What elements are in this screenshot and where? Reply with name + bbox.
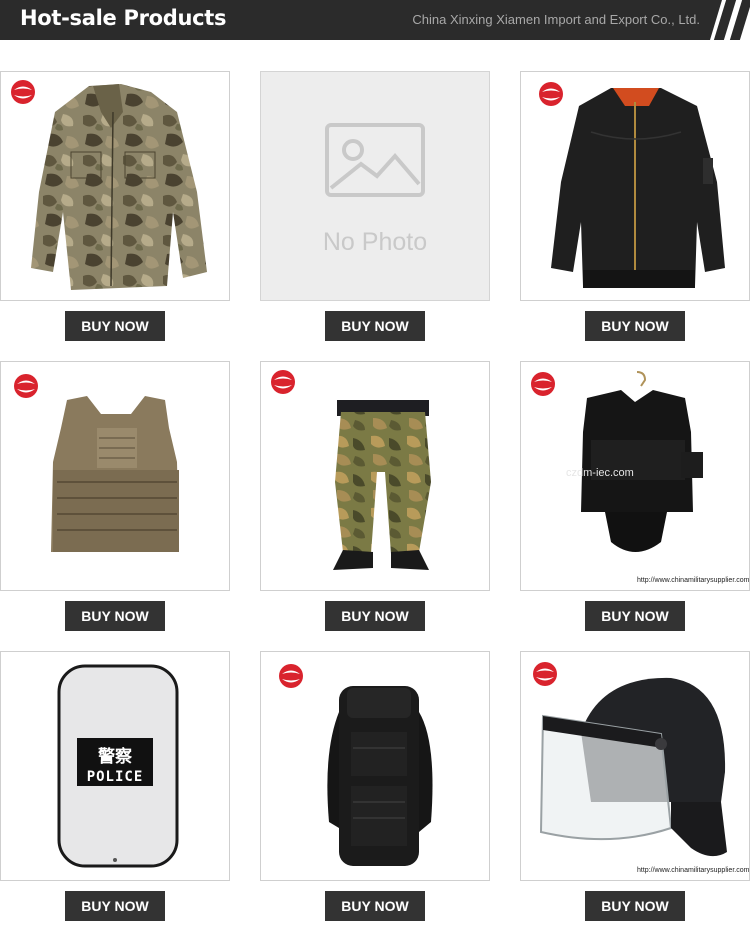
product-card[interactable]: czdm-iec.com http://www.chinamilitarysup… [520,361,750,591]
product-card[interactable]: 警察 POLICE [0,651,230,881]
brand-logo-icon [531,372,555,396]
no-photo-text: No Photo [323,228,427,256]
buy-now-button[interactable]: BUY NOW [585,891,685,921]
product-card[interactable] [260,651,490,881]
shield-police-text: POLICE [87,769,144,785]
product-card[interactable]: No Photo [260,71,490,301]
brand-logo-icon [279,664,303,688]
product-card[interactable] [260,361,490,591]
brand-logo-icon [533,662,557,686]
brand-logo-icon [271,370,295,394]
site-url-text: http://www.chinamilitarysupplier.com [637,577,750,584]
buy-now-button[interactable]: BUY NOW [65,891,165,921]
product-card[interactable] [0,71,230,301]
camouflage-trousers-image[interactable] [261,362,490,591]
brand-logo-icon [11,80,35,104]
camouflage-jacket-image[interactable] [1,72,230,301]
shield-chinese-text: 警察 [97,746,133,767]
product-card[interactable]: http://www.chinamilitarysupplier.com [520,651,750,881]
brand-logo-icon [539,82,563,106]
buy-now-button[interactable]: BUY NOW [65,601,165,631]
buy-now-button[interactable]: BUY NOW [585,311,685,341]
product-card[interactable] [520,71,750,301]
no-photo-icon: No Photo [323,123,427,256]
buy-now-button[interactable]: BUY NOW [65,311,165,341]
section-title: Hot-sale Products [20,6,227,30]
buy-now-button[interactable]: BUY NOW [325,891,425,921]
watermark-text: czdm-iec.com [566,467,634,479]
buy-now-button[interactable]: BUY NOW [325,311,425,341]
brand-logo-icon [14,374,38,398]
police-riot-shield-image[interactable]: 警察 POLICE [1,652,230,881]
buy-now-button[interactable]: BUY NOW [585,601,685,631]
company-name: China Xinxing Xiamen Import and Export C… [412,12,700,27]
site-url-text: http://www.chinamilitarysupplier.com [637,867,750,874]
section-header: Hot-sale Products China Xinxing Xiamen I… [0,0,750,40]
buy-now-button[interactable]: BUY NOW [325,601,425,631]
product-card[interactable] [0,361,230,591]
